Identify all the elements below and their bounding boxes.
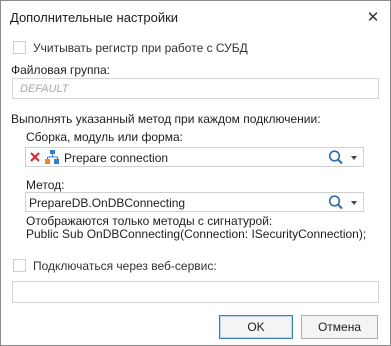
web-service-checkbox[interactable] [13, 259, 26, 272]
execute-method-heading: Выполнять указанный метод при каждом под… [11, 112, 321, 126]
file-group-input[interactable]: DEFAULT [12, 78, 379, 99]
case-sensitive-checkbox[interactable] [13, 41, 26, 54]
clear-icon[interactable] [28, 150, 42, 164]
additional-settings-dialog: Дополнительные настройки ✕ Учитывать рег… [0, 0, 391, 346]
case-sensitive-label: Учитывать регистр при работе с СУБД [33, 41, 248, 55]
cancel-button[interactable]: Отмена [301, 315, 378, 339]
file-group-label: Файловая группа: [11, 63, 110, 77]
signature-hint-line2: Public Sub OnDBConnecting(Connection: IS… [26, 227, 367, 241]
assembly-value: Prepare connection [64, 151, 169, 165]
close-icon[interactable]: ✕ [362, 8, 384, 28]
assembly-combobox[interactable]: Prepare connection [25, 147, 364, 167]
method-combobox[interactable]: PrepareDB.OnDBConnecting [25, 192, 364, 212]
method-value: PrepareDB.OnDBConnecting [29, 196, 186, 210]
ok-button[interactable]: OK [219, 315, 293, 339]
web-service-input[interactable] [12, 281, 379, 303]
search-icon[interactable] [327, 149, 345, 165]
file-group-placeholder: DEFAULT [20, 83, 69, 95]
dialog-title: Дополнительные настройки [10, 10, 179, 25]
title-bar: Дополнительные настройки ✕ [1, 1, 390, 35]
chevron-down-icon[interactable] [351, 201, 357, 205]
assembly-tree-icon [44, 149, 60, 165]
method-label: Метод: [26, 178, 65, 192]
search-icon[interactable] [327, 194, 345, 210]
web-service-label: Подключаться через веб-сервис: [33, 259, 217, 273]
signature-hint-line1: Отображаются только методы с сигнатурой: [26, 214, 273, 228]
assembly-label: Сборка, модуль или форма: [26, 130, 183, 144]
chevron-down-icon[interactable] [351, 156, 357, 160]
